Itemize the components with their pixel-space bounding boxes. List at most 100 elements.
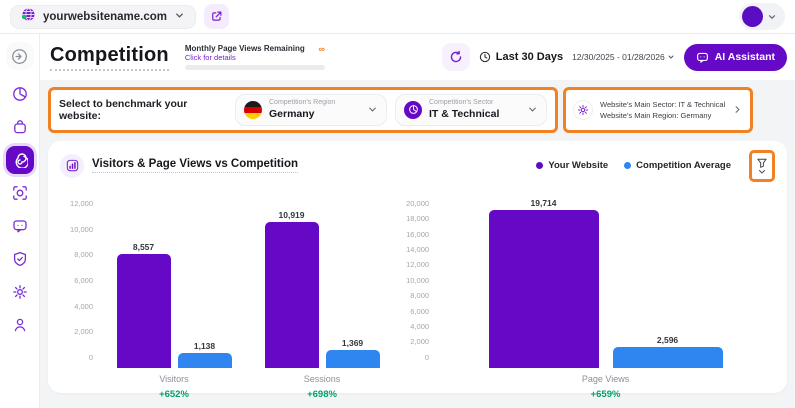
- quota-label: Monthly Page Views Remaining: [185, 44, 305, 53]
- website-domain: yourwebsitename.com: [43, 11, 167, 23]
- benchmark-row: Select to benchmark your website: Compet…: [48, 87, 787, 133]
- bar-group: 10,9191,369Sessions+698%: [265, 210, 380, 400]
- y-tick: 8,000: [74, 252, 93, 258]
- y-tick: 2,000: [410, 339, 429, 345]
- y-axis-left: 12,000 10,000 8,000 6,000 4,000 2,000 0: [60, 198, 100, 358]
- quota-details-link[interactable]: Click for details: [185, 53, 325, 62]
- chevron-down-icon: [367, 104, 378, 115]
- site-main-region: Website's Main Region: Germany: [600, 110, 725, 121]
- category-label: Page Views: [582, 374, 629, 384]
- bar-value-label: 8,557: [133, 242, 154, 252]
- shield-check-icon[interactable]: [6, 245, 34, 273]
- bar-your-website[interactable]: [265, 222, 319, 368]
- competition-swirl-icon[interactable]: [6, 146, 34, 174]
- y-tick: 18,000: [406, 216, 429, 222]
- delta-percentage: +652%: [159, 389, 189, 400]
- plot-area-right: 19,7142,596Page Views+659%: [436, 198, 775, 400]
- region-dropdown[interactable]: Competition's Region Germany: [235, 94, 387, 126]
- y-tick: 10,000: [406, 278, 429, 284]
- scan-target-icon[interactable]: [6, 179, 34, 207]
- sector-pie-icon: [404, 101, 422, 119]
- y-tick: 20,000: [406, 201, 429, 207]
- chevron-down-icon: [527, 104, 538, 115]
- filter-button[interactable]: [749, 150, 775, 182]
- y-tick: 8,000: [410, 293, 429, 299]
- region-dropdown-value: Germany: [269, 108, 360, 121]
- website-main-info-annotation[interactable]: Website's Main Sector: IT & Technical We…: [563, 87, 753, 133]
- date-range-label: Last 30 Days: [496, 51, 563, 63]
- refresh-button[interactable]: [442, 43, 470, 71]
- gear-icon[interactable]: [6, 278, 34, 306]
- y-tick: 12,000: [406, 262, 429, 268]
- bar-competition-average[interactable]: [613, 347, 723, 368]
- legend-your-website[interactable]: Your Website: [536, 160, 608, 171]
- date-range-preset[interactable]: Last 30 Days: [479, 51, 563, 63]
- legend-dot-blue: [624, 162, 631, 169]
- category-label: Sessions: [304, 374, 341, 384]
- date-range-picker[interactable]: 12/30/2025 - 01/28/2026: [572, 52, 675, 62]
- chevron-down-icon: [758, 169, 766, 175]
- bar-your-website[interactable]: [117, 254, 171, 368]
- bar-value-label: 19,714: [531, 198, 557, 208]
- website-favicon-icon: [21, 7, 36, 27]
- bar-chart-icon: [60, 154, 84, 178]
- pie-chart-icon[interactable]: [6, 80, 34, 108]
- bag-icon[interactable]: [6, 113, 34, 141]
- open-website-button[interactable]: [204, 4, 229, 29]
- filter-funnel-icon: [756, 157, 768, 169]
- collapse-sidebar-icon[interactable]: [6, 42, 34, 70]
- y-tick: 10,000: [70, 227, 93, 233]
- y-tick: 4,000: [74, 304, 93, 310]
- clock-icon: [479, 51, 491, 63]
- y-tick: 14,000: [406, 247, 429, 253]
- external-link-icon: [210, 10, 223, 23]
- y-tick: 12,000: [70, 201, 93, 207]
- chat-icon[interactable]: [6, 212, 34, 240]
- legend-competition-average[interactable]: Competition Average: [624, 160, 731, 171]
- location-user-icon[interactable]: [6, 311, 34, 339]
- page-title: Competition: [50, 44, 169, 71]
- chevron-down-icon: [667, 53, 675, 61]
- y-tick: 0: [89, 355, 93, 361]
- y-tick: 16,000: [406, 232, 429, 238]
- germany-flag-icon: [244, 101, 262, 119]
- comparison-chart-card: Visitors & Page Views vs Competition You…: [48, 141, 787, 393]
- bar-your-website[interactable]: [489, 210, 599, 368]
- plot-area-left: 8,5571,138Visitors+652%10,9191,369Sessio…: [100, 198, 396, 400]
- top-bar: yourwebsitename.com: [0, 0, 795, 34]
- chart-title: Visitors & Page Views vs Competition: [92, 158, 298, 173]
- chevron-right-icon: [732, 104, 743, 115]
- quota-widget[interactable]: Monthly Page Views Remaining ∞ Click for…: [185, 44, 325, 70]
- ai-assistant-button[interactable]: AI Assistant: [684, 44, 787, 71]
- visitors-sessions-chart: 12,000 10,000 8,000 6,000 4,000 2,000 0 8,557 1…: [60, 186, 396, 400]
- y-axis-right: 20,000 18,000 16,000 14,000 12,000 10,000 8,00…: [396, 198, 436, 358]
- legend-label: Competition Average: [636, 160, 731, 171]
- y-tick: 0: [425, 355, 429, 361]
- chart-legend: Your Website Competition Average: [536, 160, 731, 171]
- delta-percentage: +698%: [307, 389, 337, 400]
- sector-dropdown-label: Competition's Sector: [429, 99, 520, 108]
- bar-value-label: 1,138: [194, 341, 215, 351]
- bar-competition-average[interactable]: [326, 350, 380, 368]
- page-views-chart: 20,000 18,000 16,000 14,000 12,000 10,000 8,00…: [396, 186, 775, 400]
- y-tick: 2,000: [74, 329, 93, 335]
- bar-group: 19,7142,596Page Views+659%: [489, 198, 723, 400]
- sidebar: [0, 34, 40, 408]
- chevron-down-icon: [767, 12, 777, 22]
- site-main-sector: Website's Main Sector: IT & Technical: [600, 99, 725, 110]
- chevron-down-icon: [174, 8, 185, 26]
- y-tick: 6,000: [74, 278, 93, 284]
- bar-value-label: 2,596: [657, 335, 678, 345]
- user-menu[interactable]: [739, 3, 785, 30]
- website-selector[interactable]: yourwebsitename.com: [10, 5, 196, 29]
- legend-dot-purple: [536, 162, 543, 169]
- ai-assistant-label: AI Assistant: [715, 51, 775, 63]
- date-range-dates: 12/30/2025 - 01/28/2026: [572, 52, 665, 62]
- site-gear-icon: [573, 100, 593, 120]
- benchmark-label: Select to benchmark your website:: [59, 98, 227, 122]
- y-tick: 6,000: [410, 309, 429, 315]
- category-label: Visitors: [159, 374, 188, 384]
- bar-value-label: 10,919: [279, 210, 305, 220]
- sector-dropdown[interactable]: Competition's Sector IT & Technical: [395, 94, 547, 126]
- bar-competition-average[interactable]: [178, 353, 232, 368]
